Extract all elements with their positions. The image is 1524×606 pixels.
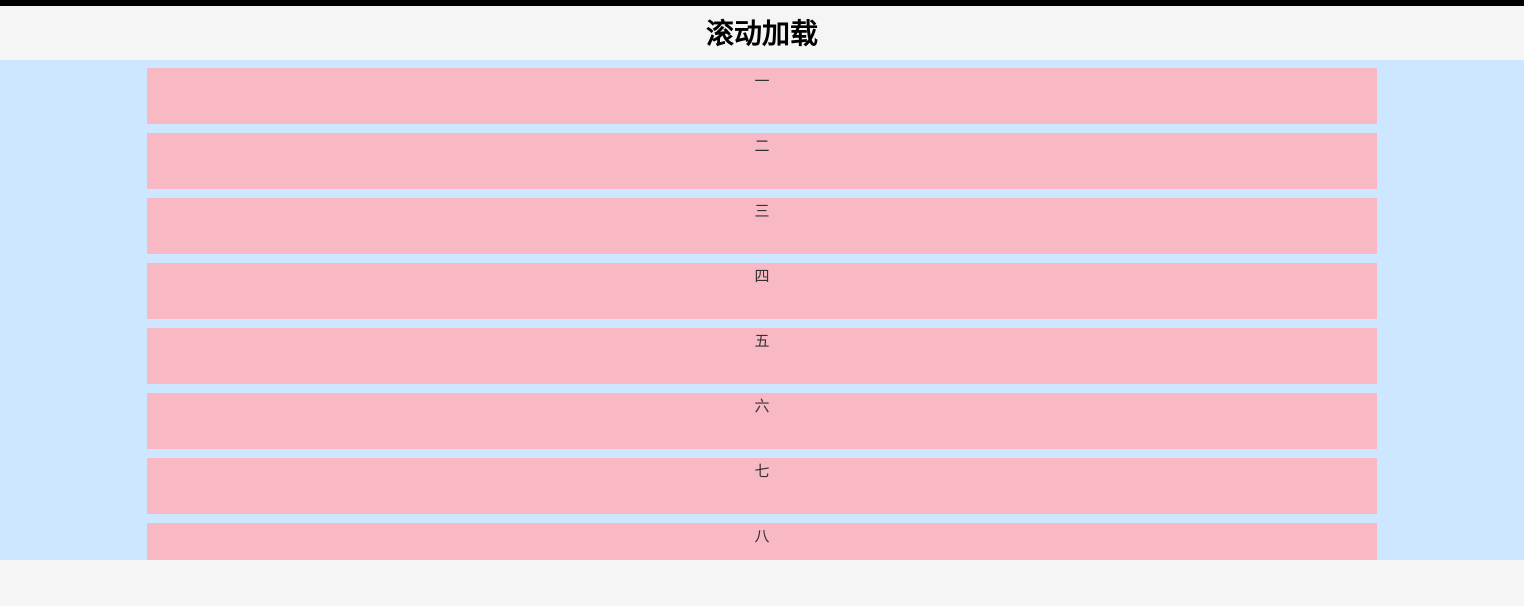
list-item: 三 (147, 198, 1377, 254)
list-item-label: 五 (754, 333, 769, 350)
list-item-label: 七 (754, 463, 769, 480)
page-title: 滚动加载 (0, 12, 1524, 52)
list-item-label: 一 (754, 73, 769, 90)
list-item-label: 八 (754, 528, 769, 545)
list-item-label: 四 (754, 268, 769, 285)
page-header: 滚动加载 (0, 6, 1524, 60)
list-item: 一 (147, 68, 1377, 124)
list-item-label: 六 (754, 398, 769, 415)
list-item: 八 (147, 523, 1377, 560)
list-item: 六 (147, 393, 1377, 449)
list-item: 七 (147, 458, 1377, 514)
list-item: 二 (147, 133, 1377, 189)
list-item: 五 (147, 328, 1377, 384)
list-wrapper: 一 二 三 四 五 六 七 八 (147, 68, 1377, 560)
list-item-label: 二 (754, 138, 769, 155)
list-item: 四 (147, 263, 1377, 319)
list-item-label: 三 (754, 203, 769, 220)
scroll-container[interactable]: 一 二 三 四 五 六 七 八 (0, 60, 1524, 560)
